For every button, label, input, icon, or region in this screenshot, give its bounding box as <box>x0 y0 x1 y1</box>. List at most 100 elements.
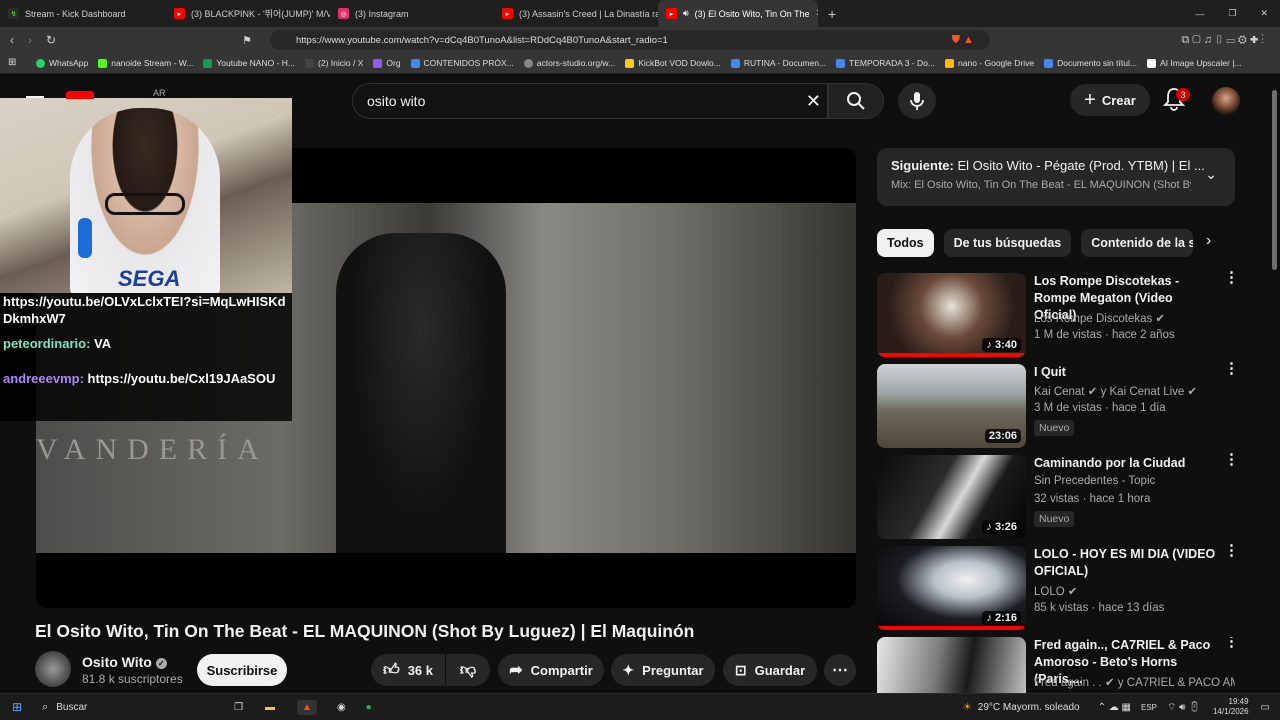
apps-grid-icon[interactable]: ⊞ <box>8 57 16 68</box>
ask-button[interactable]: ✦ Preguntar <box>611 654 715 686</box>
new-badge: Nuevo <box>1034 420 1075 436</box>
dislike-button[interactable]: 👎︎ <box>446 654 490 686</box>
recommendation-item[interactable]: ♪ 3:40 Los Rompe Discotekas - Rompe Mega… <box>877 270 1239 357</box>
windows-start-icon[interactable]: ⊞ <box>12 700 22 714</box>
language-indicator[interactable]: ESP <box>1141 703 1157 712</box>
bookmark-label: Org <box>386 58 401 68</box>
reload-icon[interactable]: ↻ <box>46 33 56 47</box>
bookmark-kickbot[interactable]: KickBot VOD Dowlo... <box>625 58 721 68</box>
chevron-down-icon[interactable]: ⌄ <box>1205 166 1217 183</box>
subscribe-button[interactable]: Suscribirse <box>197 654 287 686</box>
tray-status-icons[interactable]: ⌔ 🔊︎ 🔋︎ <box>1167 701 1201 714</box>
channel-name[interactable]: Osito Wito ✓ <box>82 654 167 670</box>
video-thumbnail[interactable]: ♪ 3:40 <box>877 273 1026 357</box>
duration-badge: 23:06 <box>984 429 1021 443</box>
tray-icons[interactable]: ⌃ ☁ ▦ <box>1098 702 1131 713</box>
tab-blackpink[interactable]: ▸ (3) BLACKPINK - '뛰어(JUMP)' M/V - <box>166 0 330 27</box>
bookmark-documento[interactable]: Documento sin títul... <box>1044 58 1137 68</box>
bookmark-label: (2) Inicio / X <box>318 58 364 68</box>
chip-all[interactable]: Todos <box>877 229 934 257</box>
share-button[interactable]: ➦ Compartir <box>498 654 604 686</box>
account-avatar[interactable] <box>1212 87 1240 115</box>
notification-center-icon[interactable]: ▭ <box>1261 702 1270 713</box>
video-thumbnail[interactable]: ♪ 2:16 <box>877 546 1026 630</box>
more-vertical-icon[interactable]: ⋮ <box>1224 361 1239 376</box>
up-next-panel[interactable]: Siguiente: El Osito Wito - Pégate (Prod.… <box>877 148 1235 206</box>
task-view-icon[interactable]: ❐ <box>234 702 243 713</box>
bookmark-whatsapp[interactable]: WhatsApp <box>36 58 88 68</box>
duration-text: 23:06 <box>988 430 1017 442</box>
bookmark-label: Youtube NANO - H... <box>216 58 296 68</box>
video-thumbnail[interactable] <box>877 637 1026 693</box>
channel-avatar[interactable] <box>35 651 71 687</box>
more-horizontal-icon: ⋯ <box>832 662 848 679</box>
bookmark-nanoide[interactable]: nanoide Stream - W... <box>98 58 193 68</box>
duration-text: 3:26 <box>994 521 1017 533</box>
taskbar-search[interactable]: ⌕ Buscar <box>36 696 222 718</box>
chip-related[interactable]: Contenido de la ser <box>1081 229 1194 257</box>
like-button[interactable]: 👍︎ 36 k <box>371 654 445 686</box>
recommendation-item[interactable]: ♪ 3:26 Caminando por la Ciudad Sin Prece… <box>877 452 1239 539</box>
brave-shield-icon[interactable]: ⛊ ▲ <box>952 34 974 47</box>
tab-osito-wito-active[interactable]: ▸ 🔊︎ (3) El Osito Wito, Tin On The ✕ <box>658 0 818 27</box>
tab-label: (3) BLACKPINK - '뛰어(JUMP)' M/V - <box>191 9 330 19</box>
file-explorer-icon[interactable]: ▬ <box>265 702 275 713</box>
spotify-icon[interactable]: ● <box>366 702 372 713</box>
duration-badge: ♪ 3:40 <box>982 338 1021 352</box>
video-thumbnail[interactable]: ♪ 3:26 <box>877 455 1026 539</box>
recommendation-channel: Los Rompe Discotekas ✔︎ <box>1034 311 1165 325</box>
scrollbar-thumb[interactable] <box>1272 90 1277 270</box>
search-input[interactable]: osito wito ✕ <box>352 83 828 119</box>
tab-kick-dashboard[interactable]: ↯ Stream - Kick Dashboard <box>0 0 166 27</box>
bookmark-drive[interactable]: nano - Google Drive <box>945 58 1034 68</box>
docs-icon <box>1044 58 1054 68</box>
close-window-icon[interactable]: ✕ <box>1260 8 1268 19</box>
create-button[interactable]: + Crear <box>1070 84 1150 116</box>
video-thumbnail[interactable]: 23:06 <box>877 364 1026 448</box>
restore-icon[interactable]: ❐ <box>1228 8 1236 19</box>
chip-from-searches[interactable]: De tus búsquedas <box>943 229 1072 257</box>
new-tab-button[interactable]: + <box>828 6 836 22</box>
close-tab-icon[interactable]: ✕ <box>816 8 818 19</box>
bookmark-label: WhatsApp <box>49 58 89 68</box>
bookmark-label: TEMPORADA 3 - Do... <box>849 58 936 68</box>
more-vertical-icon[interactable]: ⋮ <box>1224 452 1239 467</box>
bookmark-actors-studio[interactable]: actors-studio.org/w... <box>523 58 615 68</box>
extensions-icon[interactable]: ⧉ ▢ ♫ ▯ ▭ ⚙ ✚ ⋮ <box>1181 34 1264 47</box>
bookmark-youtube-nano[interactable]: Youtube NANO - H... <box>203 58 295 68</box>
clock[interactable]: 19:49 14/1/2026 <box>1213 697 1249 717</box>
channel-text: Los Rompe Discotekas <box>1034 313 1153 325</box>
hamburger-menu-icon[interactable] <box>26 96 44 98</box>
brave-icon[interactable]: ▲ <box>297 699 317 715</box>
recommendation-item[interactable]: Fred again.., CA7RIEL & Paco Amoroso - B… <box>877 637 1235 693</box>
bookmark-rutina[interactable]: RUTINA - Documen... <box>730 58 826 68</box>
bookmark-icon[interactable]: ⚑ <box>242 34 252 47</box>
bookmark-org[interactable]: Org <box>373 58 401 68</box>
save-button[interactable]: ⊡ Guardar <box>723 654 817 686</box>
recommendation-item[interactable]: 23:06 I Quit Kai Cenat ✔︎ y Kai Cenat Li… <box>877 361 1239 448</box>
sparkle-icon: ✦ <box>622 661 635 678</box>
more-vertical-icon[interactable]: ⋮ <box>1224 637 1235 649</box>
voice-search-button[interactable] <box>898 83 936 119</box>
more-vertical-icon[interactable]: ⋮ <box>1224 543 1239 558</box>
bookmark-x[interactable]: (2) Inicio / X <box>305 58 363 68</box>
browser-tab-strip: ↯ Stream - Kick Dashboard ▸ (3) BLACKPIN… <box>0 0 1280 27</box>
back-icon[interactable]: ‹ <box>10 33 14 47</box>
youtube-logo[interactable] <box>66 91 94 99</box>
more-vertical-icon[interactable]: ⋮ <box>1224 270 1239 285</box>
minimize-icon[interactable]: — <box>1195 9 1204 19</box>
obs-icon[interactable]: ◉ <box>337 702 346 713</box>
clear-search-icon[interactable]: ✕ <box>806 91 821 112</box>
tab-instagram[interactable]: ◎ (3) Instagram <box>330 0 494 27</box>
forward-icon[interactable]: › <box>28 33 32 47</box>
url-input[interactable]: https://www.youtube.com/watch?v=dCq4B0Tu… <box>270 30 990 50</box>
verified-icon: ✔︎ <box>1087 386 1098 398</box>
tab-assassins-creed[interactable]: ▸ (3) Assasin's Creed | La Dinastía rap … <box>494 0 658 27</box>
recommendation-item[interactable]: ♪ 2:16 LOLO - HOY ES MI DIA (VIDEO OFICI… <box>877 543 1239 630</box>
search-button[interactable] <box>828 83 884 119</box>
bookmark-ai-upscaler[interactable]: AI Image Upscaler |... <box>1146 58 1242 68</box>
more-actions-button[interactable]: ⋯ <box>824 654 856 686</box>
chip-scroll-right-icon[interactable]: › <box>1206 232 1211 250</box>
bookmark-contenidos[interactable]: CONTENIDOS PRÓX... <box>410 58 514 68</box>
bookmark-temporada[interactable]: TEMPORADA 3 - Do... <box>836 58 935 68</box>
